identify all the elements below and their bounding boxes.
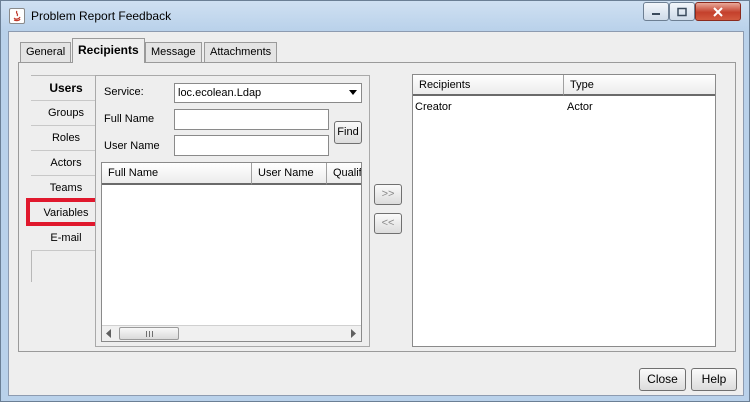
full-name-label: Full Name bbox=[104, 113, 155, 125]
category-users[interactable]: Users bbox=[31, 76, 101, 101]
tab-recipients[interactable]: Recipients bbox=[72, 38, 145, 63]
help-button[interactable]: Help bbox=[691, 368, 737, 391]
recipient-cell[interactable]: Creator bbox=[415, 101, 452, 113]
recipient-type-cell[interactable]: Actor bbox=[567, 101, 593, 113]
java-app-icon bbox=[9, 8, 25, 24]
chevron-down-icon bbox=[349, 90, 357, 95]
dialog-content: General Recipients Message Attachments U… bbox=[8, 31, 744, 396]
variables-highlight-box bbox=[26, 198, 101, 226]
user-results-table[interactable]: Full Name User Name Qualif bbox=[101, 162, 362, 342]
full-name-input[interactable] bbox=[174, 109, 329, 130]
service-value: loc.ecolean.Ldap bbox=[178, 87, 262, 99]
minimize-icon bbox=[652, 12, 660, 15]
column-header-qualifier[interactable]: Qualif bbox=[327, 163, 361, 185]
maximize-button[interactable] bbox=[669, 2, 695, 21]
column-header-type[interactable]: Type bbox=[564, 75, 715, 96]
minimize-button[interactable] bbox=[643, 2, 669, 21]
scroll-right-icon[interactable] bbox=[351, 329, 356, 338]
horizontal-scrollbar[interactable] bbox=[102, 325, 361, 341]
find-button[interactable]: Find bbox=[334, 121, 362, 144]
user-name-label: User Name bbox=[104, 140, 160, 152]
service-label: Service: bbox=[104, 86, 144, 98]
category-roles[interactable]: Roles bbox=[31, 126, 101, 151]
recipients-table[interactable]: Recipients Type Creator Actor bbox=[412, 74, 716, 347]
category-actors[interactable]: Actors bbox=[31, 151, 101, 176]
scroll-left-icon[interactable] bbox=[106, 329, 111, 338]
column-header-full-name[interactable]: Full Name bbox=[102, 163, 252, 185]
column-header-recipients[interactable]: Recipients bbox=[413, 75, 564, 96]
add-recipient-button[interactable]: >> bbox=[374, 184, 402, 205]
window-title: Problem Report Feedback bbox=[31, 9, 172, 23]
close-icon bbox=[713, 6, 723, 17]
close-window-button[interactable] bbox=[695, 2, 741, 21]
category-email[interactable]: E-mail bbox=[31, 226, 101, 251]
column-header-user-name[interactable]: User Name bbox=[252, 163, 327, 185]
maximize-icon bbox=[677, 7, 687, 16]
service-select[interactable]: loc.ecolean.Ldap bbox=[174, 83, 362, 103]
tab-general[interactable]: General bbox=[20, 42, 72, 62]
close-button[interactable]: Close bbox=[639, 368, 686, 391]
tab-attachments[interactable]: Attachments bbox=[204, 42, 278, 62]
scrollbar-thumb[interactable] bbox=[119, 327, 179, 340]
category-groups[interactable]: Groups bbox=[31, 101, 101, 126]
dialog-window: Problem Report Feedback General Recipien… bbox=[0, 0, 750, 402]
title-bar[interactable]: Problem Report Feedback bbox=[1, 1, 749, 31]
grip-icon bbox=[146, 331, 153, 337]
tab-message[interactable]: Message bbox=[145, 42, 202, 62]
user-name-input[interactable] bbox=[174, 135, 329, 156]
remove-recipient-button[interactable]: << bbox=[374, 213, 402, 234]
